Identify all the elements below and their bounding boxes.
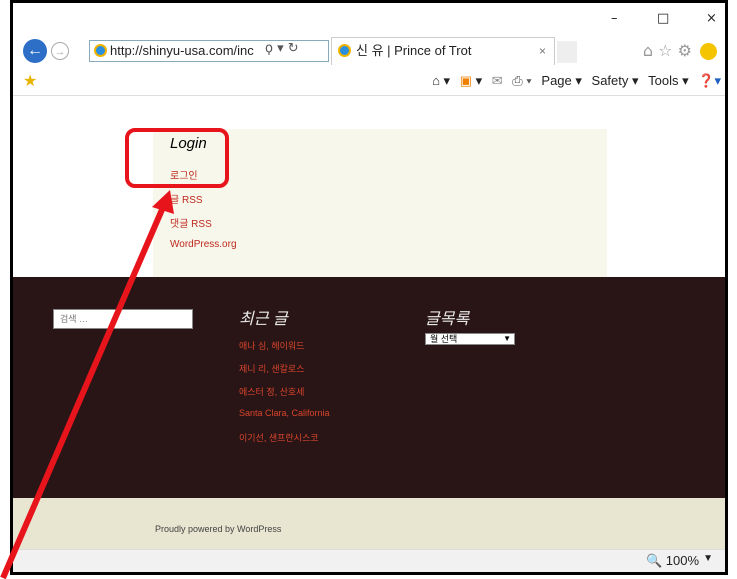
annotation-arrow-head — [152, 190, 174, 214]
annotation-arrow — [0, 190, 174, 579]
annotation-arrow-line — [0, 203, 167, 579]
